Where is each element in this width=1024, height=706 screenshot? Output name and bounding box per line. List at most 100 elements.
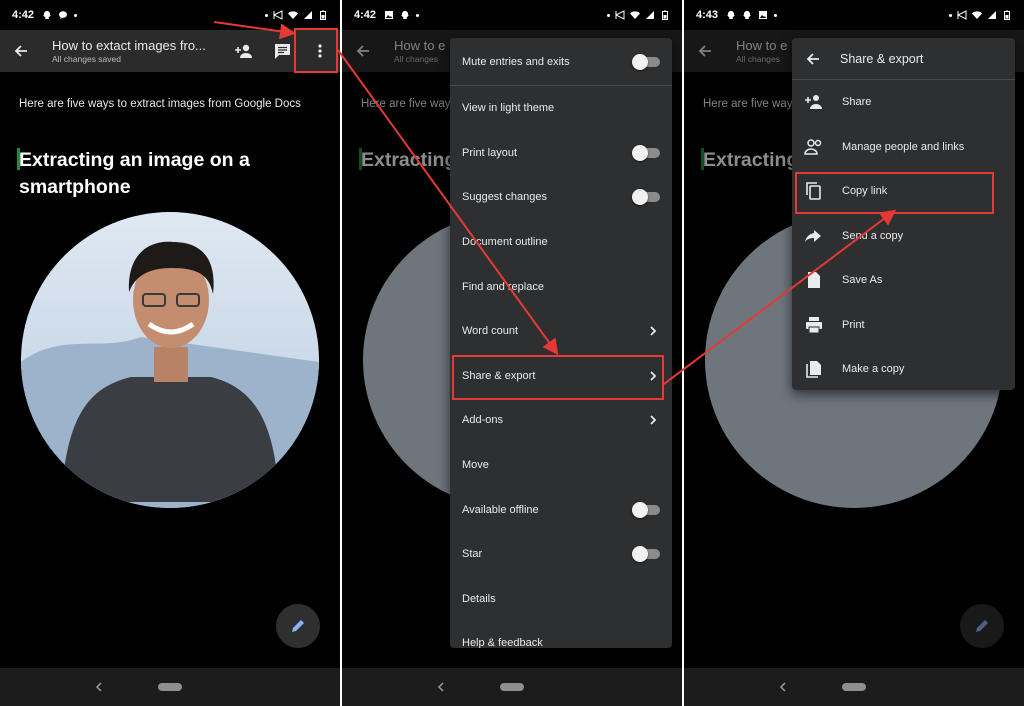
notification-dot: [416, 13, 420, 17]
snapchat-icon: [43, 11, 52, 19]
menu-item-label: Print layout: [462, 146, 518, 159]
docs-toolbar: How to extact images fro... All changes …: [0, 30, 340, 72]
signal-icon: [304, 11, 312, 19]
submenu-item-send-a-copy[interactable]: Send a copy: [792, 214, 1015, 259]
menu-item-label: Available offline: [462, 503, 539, 516]
menu-item-print-layout[interactable]: Print layout: [450, 131, 672, 176]
document-heading: Extracting an image on a smartphone: [19, 149, 250, 198]
back-arrow-icon: [806, 52, 819, 65]
lte-icon: [273, 10, 283, 20]
nav-back-icon[interactable]: [776, 680, 790, 694]
menu-item-details[interactable]: Details: [450, 577, 672, 622]
nav-home-pill[interactable]: [500, 683, 524, 691]
wifi-icon: [972, 11, 982, 19]
person-add-icon: [804, 92, 824, 112]
menu-item-mute-entries-and-exits[interactable]: Mute entries and exits: [450, 38, 672, 86]
toggle-switch[interactable]: [632, 144, 660, 161]
wifi-icon: [288, 11, 298, 19]
nav-home-pill[interactable]: [158, 683, 182, 691]
battery-icon: [662, 10, 668, 20]
menu-item-label: Document outline: [462, 236, 548, 249]
status-time: 4:42: [12, 9, 35, 21]
submenu-item-label: Share: [842, 96, 872, 109]
submenu-title: Share & export: [840, 51, 924, 66]
share-export-submenu: Share & export Share Manage people and li…: [792, 38, 1015, 390]
battery-icon: [1004, 10, 1010, 20]
nav-back-icon[interactable]: [92, 680, 106, 694]
status-dot: [949, 13, 952, 17]
system-nav-bar: [342, 668, 682, 706]
notification-dot: [74, 13, 78, 17]
submenu-item-label: Save As: [842, 274, 883, 287]
menu-item-label: Help & feedback: [462, 637, 543, 648]
submenu-item-manage-people-and-links[interactable]: Manage people and links: [792, 125, 1015, 170]
status-dot: [607, 13, 610, 17]
signal-icon: [988, 11, 996, 19]
nav-home-pill[interactable]: [842, 683, 866, 691]
menu-item-document-outline[interactable]: Document outline: [450, 220, 672, 265]
printer-icon: [804, 315, 824, 335]
submenu-item-share[interactable]: Share: [792, 80, 1015, 125]
nav-back-icon[interactable]: [434, 680, 448, 694]
document-title: How to extact images fro...: [52, 38, 206, 53]
menu-item-view-in-light-theme[interactable]: View in light theme: [450, 86, 672, 131]
menu-item-label: View in light theme: [462, 102, 555, 115]
snapchat-icon: [727, 11, 736, 19]
comments-button[interactable]: [272, 41, 292, 61]
highlight-share-export: [452, 355, 664, 400]
message-icon: [59, 11, 68, 19]
copy-file-icon: [804, 359, 824, 379]
submenu-item-label: Print: [842, 318, 865, 331]
status-bar: 4:43: [684, 0, 1024, 30]
menu-item-label: Mute entries and exits: [462, 55, 570, 68]
toggle-switch[interactable]: [632, 53, 660, 70]
signal-icon: [646, 11, 654, 19]
phone-screen-1: 4:42 How to extact images fro... All cha…: [0, 0, 340, 706]
menu-item-add-ons[interactable]: Add-ons: [450, 398, 672, 443]
submenu-item-make-a-copy[interactable]: Make a copy: [792, 347, 1015, 390]
status-time: 4:42: [354, 9, 377, 21]
phone-screen-3: 4:43 How to e All changes Here are five …: [684, 0, 1024, 706]
lte-icon: [615, 10, 625, 20]
submenu-item-label: Make a copy: [842, 363, 905, 376]
add-person-button[interactable]: [234, 41, 254, 61]
status-time: 4:43: [696, 9, 719, 21]
submenu-item-label: Send a copy: [842, 229, 904, 242]
menu-item-find-and-replace[interactable]: Find and replace: [450, 264, 672, 309]
document-body[interactable]: Here are five ways to extract images fro…: [0, 72, 340, 668]
notification-dot: [774, 13, 778, 17]
chevron-right-icon: [650, 326, 657, 336]
menu-item-word-count[interactable]: Word count: [450, 309, 672, 354]
toggle-switch[interactable]: [632, 189, 660, 206]
menu-item-move[interactable]: Move: [450, 443, 672, 488]
lte-icon: [957, 10, 967, 20]
menu-item-help-and-feedback[interactable]: Help & feedback: [450, 621, 672, 648]
submenu-item-save-as[interactable]: Save As: [792, 258, 1015, 303]
toggle-switch[interactable]: [632, 546, 660, 563]
submenu-list: Share Manage people and links Copy link Sen…: [792, 80, 1015, 390]
forward-arrow-icon: [804, 226, 824, 246]
intro-paragraph: Here are five ways to extract images fro…: [19, 98, 301, 110]
person-add-icon: [235, 44, 252, 58]
profile-photo: [21, 212, 319, 508]
back-arrow-icon: [14, 45, 27, 57]
submenu-item-print[interactable]: Print: [792, 303, 1015, 348]
submenu-header[interactable]: Share & export: [792, 38, 1015, 80]
menu-item-label: Suggest changes: [462, 191, 548, 204]
menu-item-suggest-changes[interactable]: Suggest changes: [450, 175, 672, 220]
menu-item-available-offline[interactable]: Available offline: [450, 487, 672, 532]
system-nav-bar: [0, 668, 340, 706]
menu-item-label: Details: [462, 592, 496, 605]
wifi-icon: [630, 11, 640, 19]
person-photo-illustration: [21, 212, 319, 508]
menu-item-label: Move: [462, 459, 489, 472]
submenu-item-label: Manage people and links: [842, 140, 965, 153]
menu-item-star[interactable]: Star: [450, 532, 672, 577]
menu-item-label: Find and replace: [462, 280, 544, 293]
edit-fab[interactable]: [276, 604, 320, 648]
toggle-switch[interactable]: [632, 501, 660, 518]
back-button[interactable]: [10, 40, 32, 62]
comment-icon: [274, 43, 290, 59]
document-title-area: How to extact images fro... All changes …: [52, 38, 224, 64]
system-nav-bar: [684, 668, 1024, 706]
